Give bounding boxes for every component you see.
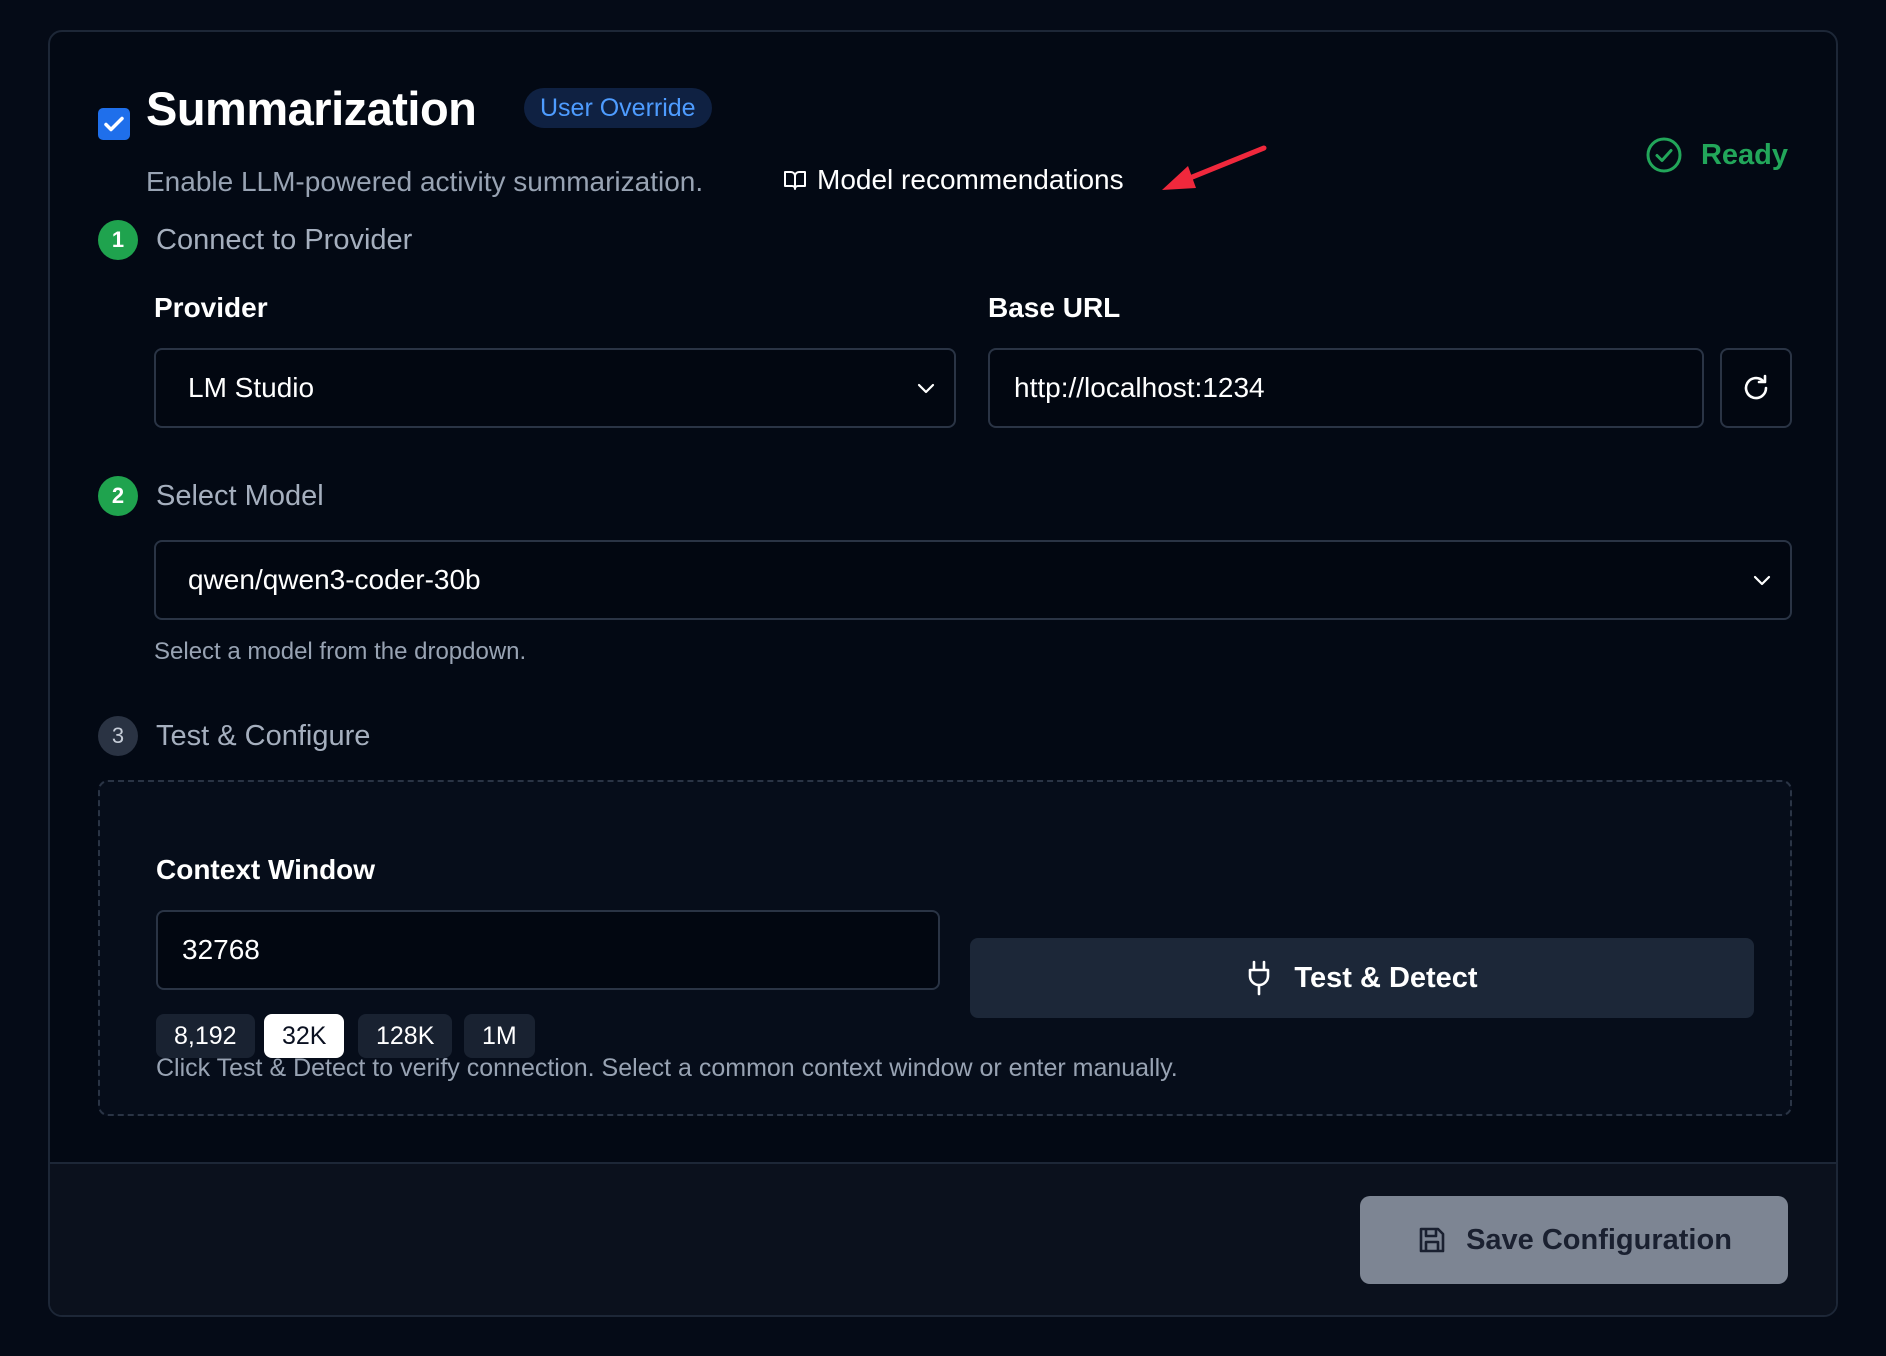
book-icon <box>784 171 806 190</box>
preset-chip-32k[interactable]: 32K <box>264 1014 345 1058</box>
context-window-label: Context Window <box>156 854 376 885</box>
preset-chip-128k[interactable]: 128K <box>358 1014 453 1058</box>
summarization-card: Summarization User Override Enable LLM-p… <box>48 30 1838 1317</box>
preset-chip-1m[interactable]: 1M <box>464 1014 535 1058</box>
refresh-button[interactable] <box>1720 348 1792 428</box>
model-select[interactable]: qwen/qwen3-coder-30b <box>154 540 1792 620</box>
status-indicator: Ready <box>1645 136 1788 174</box>
plug-icon <box>1249 960 1270 996</box>
enable-checkbox[interactable] <box>98 108 130 140</box>
step-number: 1 <box>98 220 138 260</box>
model-recommendations-label: Model recommendations <box>817 164 1124 195</box>
annotation-arrow-icon <box>1162 145 1267 190</box>
step-number: 3 <box>98 716 138 756</box>
provider-label: Provider <box>154 292 268 323</box>
provider-value: LM Studio <box>188 372 315 403</box>
checkmark-icon <box>104 116 124 132</box>
card-footer: Save Configuration <box>50 1162 1836 1315</box>
step-number: 2 <box>98 476 138 516</box>
model-help-text: Select a model from the dropdown. <box>154 638 527 665</box>
test-configure-panel: Context Window 32768 8,192 32K 128K 1M T… <box>98 780 1792 1116</box>
model-recommendations-link[interactable]: Model recommendations <box>783 164 1124 196</box>
status-label: Ready <box>1700 138 1788 171</box>
step-label: Test & Configure <box>156 719 371 752</box>
test-detect-label: Test & Detect <box>1294 961 1478 994</box>
save-icon <box>1419 1227 1445 1253</box>
step-label: Select Model <box>156 479 324 512</box>
chevron-down-icon <box>1753 575 1771 586</box>
base-url-label: Base URL <box>988 292 1121 323</box>
card-header: Summarization User Override Enable LLM-p… <box>98 80 1788 197</box>
context-window-input[interactable]: 32768 <box>156 910 940 990</box>
step-select-model: 2 Select Model <box>98 476 324 516</box>
chevron-down-icon <box>917 383 935 394</box>
user-override-badge: User Override <box>524 88 712 128</box>
preset-chip-8192[interactable]: 8,192 <box>156 1014 255 1058</box>
provider-select[interactable]: LM Studio <box>154 348 956 428</box>
save-configuration-button[interactable]: Save Configuration <box>1360 1196 1788 1284</box>
step-connect-provider: 1 Connect to Provider <box>98 220 412 260</box>
base-url-value: http://localhost:1234 <box>1014 372 1265 403</box>
check-circle-icon <box>1646 137 1682 173</box>
step-label: Connect to Provider <box>156 223 413 256</box>
test-detect-button[interactable]: Test & Detect <box>970 938 1754 1018</box>
refresh-icon <box>1744 374 1768 400</box>
save-configuration-label: Save Configuration <box>1466 1223 1732 1256</box>
subtitle: Enable LLM-powered activity summarizatio… <box>146 166 704 197</box>
step-test-configure: 3 Test & Configure <box>98 716 370 756</box>
context-window-value: 32768 <box>182 934 260 965</box>
base-url-input[interactable]: http://localhost:1234 <box>988 348 1704 428</box>
model-value: qwen/qwen3-coder-30b <box>188 564 481 595</box>
page-title: Summarization <box>146 82 477 135</box>
context-help-text: Click Test & Detect to verify connection… <box>156 1054 1178 1082</box>
